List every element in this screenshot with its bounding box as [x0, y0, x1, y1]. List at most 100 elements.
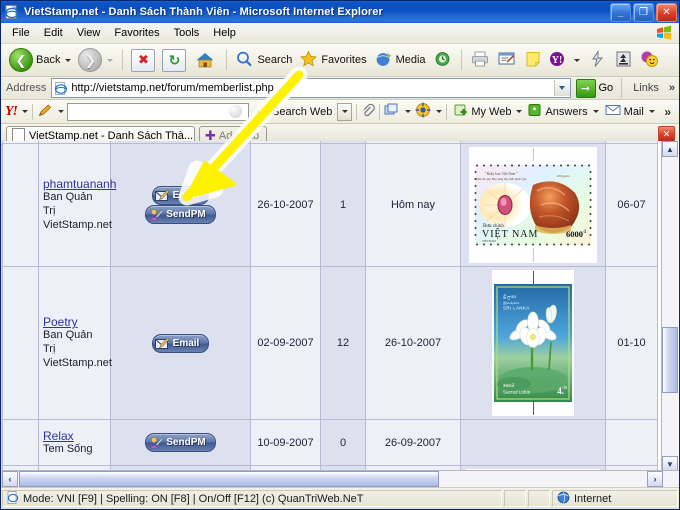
toolbar-separator — [122, 50, 124, 70]
menu-item-favorites[interactable]: Favorites — [107, 25, 166, 41]
email-button[interactable]: Email — [151, 333, 210, 353]
close-button[interactable]: ✕ — [656, 3, 677, 22]
cell-avatar: " Ruby leuc Việt Nam " Tầm đá quý Bảo tà… — [460, 143, 606, 267]
cell-joined: 26-10-2007 — [250, 143, 321, 267]
address-value: http://vietstamp.net/forum/memberlist.ph… — [71, 82, 274, 94]
yahoo-search-dropdown[interactable] — [337, 102, 353, 121]
address-label: Address — [6, 82, 47, 94]
yahoo-search-input[interactable] — [67, 102, 249, 121]
address-overflow-button[interactable]: » — [669, 82, 675, 94]
sendpm-user-icon — [148, 208, 164, 221]
edit-page-button[interactable] — [494, 47, 520, 73]
yahoo-search-web-label: Search Web — [272, 105, 333, 118]
cell-lastvisit: 26-09-2007 — [365, 419, 461, 466]
vertical-scrollbar[interactable]: ▲ ▼ — [661, 141, 678, 472]
email-button[interactable]: Email — [151, 186, 210, 205]
smiley-icon — [640, 50, 660, 71]
menu-item-file[interactable]: File — [5, 25, 37, 41]
answers-button[interactable]: * Answers — [525, 103, 601, 121]
status-pane-2 — [528, 490, 550, 507]
scroll-left-button[interactable]: ‹ — [2, 471, 18, 487]
close-tab-button[interactable]: ✕ — [658, 126, 675, 142]
address-input[interactable]: http://vietstamp.net/forum/memberlist.ph… — [51, 78, 571, 98]
print-button[interactable] — [467, 47, 493, 73]
email-pencil-icon — [154, 189, 170, 202]
user-link[interactable]: phamtuananh — [43, 177, 116, 191]
cell-spacer — [2, 143, 39, 267]
horizontal-scroll-thumb[interactable] — [19, 471, 439, 487]
status-message-pane: Mode: VNI [F9] | Spelling: ON [F8] | On/… — [2, 490, 502, 507]
window-title: VietStamp.net - Danh Sách Thành Viên - M… — [24, 6, 383, 18]
chevron-down-icon[interactable] — [22, 110, 28, 113]
search-button[interactable]: Search — [232, 47, 295, 73]
favorites-button[interactable]: Favorites — [296, 47, 369, 73]
svg-text:6000: 6000 — [566, 229, 583, 239]
restore-button[interactable]: ❐ — [633, 3, 654, 22]
vertical-scroll-thumb[interactable] — [662, 327, 678, 393]
links-label[interactable]: Links — [633, 82, 659, 94]
magnifier-icon — [235, 50, 254, 71]
note-button[interactable] — [521, 47, 545, 73]
refresh-button[interactable]: ↻ — [159, 47, 189, 73]
horizontal-scrollbar[interactable]: ‹ › — [2, 470, 679, 487]
yahoo-toolbar-overflow-button[interactable]: » — [664, 105, 671, 119]
scroll-up-button[interactable]: ▲ — [662, 141, 678, 157]
user-link[interactable]: Poetry — [43, 315, 106, 329]
edit-page-icon — [497, 50, 517, 71]
menu-item-help[interactable]: Help — [206, 25, 243, 41]
paperclip-icon[interactable] — [361, 103, 376, 121]
yahoo-toolbar: Y! Search Web My Web * Answers Mail » — [1, 100, 679, 124]
history-button[interactable] — [430, 47, 455, 73]
star-icon — [299, 49, 318, 71]
chevron-down-icon[interactable] — [107, 58, 114, 62]
bullseye-icon[interactable] — [415, 102, 431, 121]
scroll-right-button[interactable]: › — [647, 471, 663, 487]
mail-label: Mail — [623, 105, 644, 118]
chevron-down-icon[interactable] — [58, 110, 64, 113]
svg-text:Y!: Y! — [551, 55, 562, 66]
user-link[interactable]: Relax — [43, 429, 106, 443]
download-button[interactable] — [611, 47, 636, 73]
mail-button[interactable]: Mail — [602, 103, 658, 121]
yellow-note-icon — [524, 50, 542, 71]
chevron-down-icon[interactable] — [436, 110, 443, 113]
yahoo-search-web-button[interactable]: Search Web — [252, 103, 335, 121]
status-text: Mode: VNI [F9] | Spelling: ON [F8] | On/… — [23, 492, 364, 505]
home-button[interactable] — [190, 47, 220, 73]
window-controls: _ ❐ ✕ — [610, 3, 677, 22]
stamp-srilanka-lotus: ශ්‍රී ලංකා இலங்கை SRI LANKA නෙළුම් Sacre… — [494, 271, 572, 415]
tabs-icon[interactable] — [384, 103, 400, 120]
back-button[interactable]: ❮ Back — [6, 47, 74, 73]
stamp-image-wrap: " Ruby leuc Việt Nam " Tầm đá quý Bảo tà… — [469, 147, 597, 263]
forward-button[interactable]: ❯ — [75, 47, 116, 73]
yahoo-logo-icon[interactable]: Y! — [5, 104, 18, 120]
chevron-down-icon[interactable] — [648, 110, 655, 113]
go-button[interactable]: ➞ Go — [575, 78, 614, 98]
menu-item-view[interactable]: View — [70, 25, 108, 41]
refresh-icon: ↻ — [162, 48, 187, 72]
media-button[interactable]: Media — [371, 47, 429, 73]
chevron-down-icon[interactable] — [573, 58, 580, 62]
chevron-down-icon[interactable] — [592, 110, 599, 113]
sendpm-button[interactable]: SendPM — [145, 433, 216, 452]
go-label: Go — [598, 82, 614, 94]
add-tab-label: Add Tab — [218, 129, 260, 142]
svg-text:VIETNAM: VIETNAM — [482, 239, 496, 243]
sendpm-button[interactable]: SendPM — [145, 205, 216, 224]
chevron-down-icon[interactable] — [516, 110, 523, 113]
search-label: Search — [257, 54, 293, 66]
myweb-button[interactable]: My Web — [451, 103, 525, 121]
chevron-down-icon[interactable] — [65, 58, 72, 62]
yahoo-messenger-button[interactable]: Y! — [546, 47, 583, 73]
autofill-icon — [587, 49, 607, 71]
minimize-button[interactable]: _ — [610, 3, 631, 22]
pencil-icon[interactable] — [37, 103, 53, 121]
autofill-button[interactable] — [584, 47, 610, 73]
stamp-image-wrap: ශ්‍රී ලංකා இலங்கை SRI LANKA නෙළුම් Sacre… — [492, 270, 574, 416]
address-dropdown-button[interactable] — [553, 80, 570, 96]
chevron-down-icon[interactable] — [405, 110, 412, 113]
stop-button[interactable]: ✖ — [128, 47, 158, 73]
smiley-button[interactable] — [637, 47, 663, 73]
menu-item-tools[interactable]: Tools — [167, 25, 207, 41]
menu-item-edit[interactable]: Edit — [37, 25, 70, 41]
